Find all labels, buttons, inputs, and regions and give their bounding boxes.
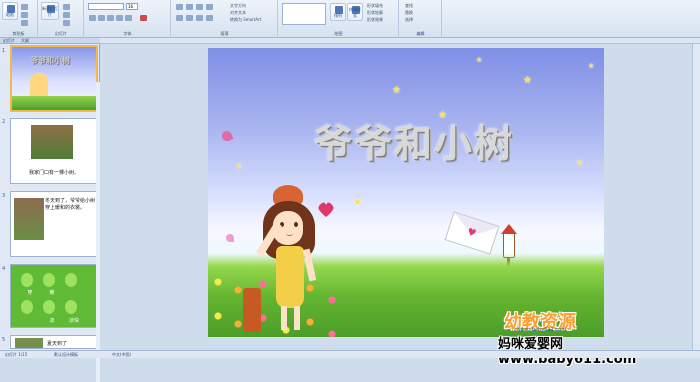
- leaf-icon: [43, 300, 55, 314]
- align-left-button[interactable]: [176, 15, 183, 21]
- grandpa-illustration: [14, 198, 44, 240]
- panel-tabs: 幻灯片 大纲: [0, 38, 100, 44]
- leaf-icon: [21, 273, 33, 287]
- star-icon: ★: [392, 85, 401, 96]
- shadow-button[interactable]: [116, 15, 123, 21]
- flower-field: [12, 96, 96, 110]
- slide-thumb-5[interactable]: 夏天到了: [10, 335, 98, 349]
- slide-thumb-3[interactable]: 冬天到了，爷爷给小树穿上暖和的衣裳。: [10, 191, 98, 257]
- ribbon: 粘贴 剪贴板 新建幻灯片 幻灯片 16 字体 文字方向 对齐文本 转换为 Sma…: [0, 0, 700, 38]
- editor-scrollbar[interactable]: [692, 44, 700, 350]
- status-bar: 幻灯片 1/15 默认设计模板 中文(中国): [0, 350, 700, 358]
- tab-outline[interactable]: 大纲: [18, 38, 32, 44]
- tree-stump: [243, 288, 261, 332]
- bold-button[interactable]: [89, 15, 96, 21]
- reset-button[interactable]: [63, 12, 70, 18]
- quick-styles-button[interactable]: 快速样式: [347, 3, 363, 21]
- envelope-illustration: ♥: [444, 211, 501, 255]
- heart-icon: ♥: [465, 226, 478, 240]
- font-name-combo[interactable]: [88, 3, 124, 10]
- leaf-icon: [21, 300, 33, 314]
- leg-shape: [281, 306, 287, 330]
- house-illustration: [31, 125, 73, 159]
- shapes-gallery[interactable]: [282, 3, 326, 25]
- arm-shape: [302, 248, 317, 282]
- cut-button[interactable]: [21, 4, 28, 10]
- new-slide-button[interactable]: 新建幻灯片: [41, 2, 59, 20]
- bullets-button[interactable]: [176, 4, 183, 10]
- justify-button[interactable]: [206, 15, 213, 21]
- slide-thumb-4[interactable]: 穿 暖 凉 凉快: [10, 264, 98, 328]
- tab-slides[interactable]: 幻灯片: [0, 38, 18, 44]
- eye-icon: [294, 222, 298, 227]
- italic-button[interactable]: [98, 15, 105, 21]
- decrease-indent-button[interactable]: [196, 4, 203, 10]
- star-icon: ★: [476, 56, 483, 64]
- slide-canvas[interactable]: ★ ★ ★ ★ ★ ★ ★ ★ ★ 爷爷和小树 ♥ 幼教资源站 ziyuan.b…: [208, 48, 604, 337]
- butterfly-icon: [220, 129, 234, 143]
- slides-group: 新建幻灯片 幻灯片: [39, 0, 84, 38]
- editing-group: 查找 替换 选择 编辑: [400, 0, 442, 38]
- arrange-button[interactable]: 排列: [330, 3, 346, 21]
- butterfly-icon: [226, 234, 234, 242]
- star-icon: ★: [588, 62, 595, 70]
- leaf-icon: [65, 273, 77, 287]
- paste-button[interactable]: 粘贴: [2, 2, 18, 20]
- underline-button[interactable]: [107, 15, 114, 21]
- leaf-icon: [43, 273, 55, 287]
- font-group: 16 字体: [85, 0, 171, 38]
- envelope-flap: [449, 212, 501, 243]
- paragraph-group: 文字方向 对齐文本 转换为 SmartArt 段落: [172, 0, 278, 38]
- align-center-button[interactable]: [186, 15, 193, 21]
- font-color-button[interactable]: [140, 15, 147, 21]
- layout-button[interactable]: [63, 4, 70, 10]
- star-icon: ★: [236, 162, 243, 170]
- star-icon: ★: [523, 75, 532, 86]
- mailbox-roof: [501, 224, 517, 234]
- font-size-combo[interactable]: 16: [126, 3, 138, 10]
- ruler: [100, 38, 700, 44]
- star-icon: ★: [576, 158, 584, 167]
- slide-panel: 幻灯片 大纲 1 爷爷和小树 2 我家门口有一棵小树。 3 冬天到了，爷爷给小树…: [0, 38, 100, 382]
- copy-button[interactable]: [21, 12, 28, 18]
- clipboard-group: 粘贴 剪贴板: [0, 0, 38, 38]
- star-icon: ★: [353, 197, 362, 208]
- dress-shape: [276, 246, 304, 308]
- strike-button[interactable]: [125, 15, 132, 21]
- leaf-icon: [65, 300, 77, 314]
- drawing-group: 排列 快速样式 形状填充 形状轮廓 形状效果 绘图: [279, 0, 399, 38]
- format-painter-button[interactable]: [21, 20, 28, 26]
- slide-thumb-2[interactable]: 我家门口有一棵小树。: [10, 118, 98, 184]
- slide-title: 爷爷和小树: [313, 121, 514, 166]
- heart-balloon-icon: [318, 202, 334, 218]
- delete-button[interactable]: [63, 20, 70, 26]
- numbering-button[interactable]: [186, 4, 193, 10]
- leg-shape: [294, 306, 300, 330]
- slide-thumb-1[interactable]: 爷爷和小树: [10, 45, 98, 112]
- align-right-button[interactable]: [196, 15, 203, 21]
- increase-indent-button[interactable]: [206, 4, 213, 10]
- slide-5-illustration: [15, 338, 43, 348]
